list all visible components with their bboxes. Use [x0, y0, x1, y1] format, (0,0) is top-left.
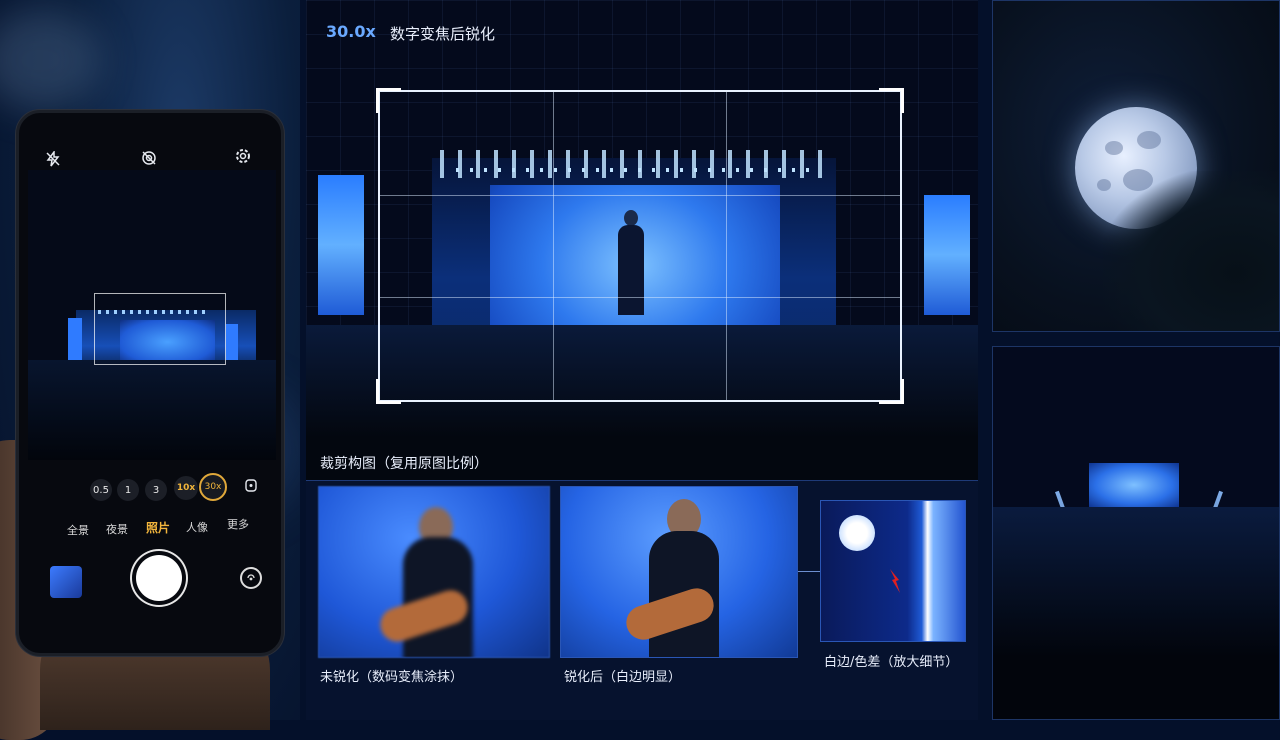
moon-crater: [1105, 141, 1123, 155]
arena-photo: [992, 346, 1280, 720]
crop-gridline: [726, 92, 728, 400]
crop-gridline: [380, 297, 900, 299]
detail-caption: 白边/色差（放大细节）: [824, 655, 959, 670]
mode-portrait[interactable]: 人像: [186, 519, 208, 535]
mode-more[interactable]: 更多: [227, 516, 249, 532]
switch-camera-icon[interactable]: [240, 567, 262, 589]
timer-icon[interactable]: [244, 477, 258, 496]
side-screen-right: [924, 195, 970, 315]
concert-photo: [306, 60, 978, 485]
crop-frame[interactable]: [376, 88, 904, 404]
viewfinder-crowd: [28, 360, 276, 460]
connector-line: [798, 571, 820, 572]
live-photo-off-icon[interactable]: [141, 150, 157, 169]
camera-viewfinder[interactable]: [28, 170, 276, 460]
unsharpened-crop: [318, 486, 550, 658]
unsharpened-caption: 未锐化（数码变焦涂抹）: [320, 670, 464, 685]
crop-handle[interactable]: [376, 379, 401, 404]
arena-crowd: [993, 507, 1279, 719]
zoom-30x-button[interactable]: 30x: [199, 473, 227, 501]
zoom-frame: [94, 293, 226, 365]
side-screen-left: [318, 175, 364, 315]
panel-title: 数字变焦后锐化: [390, 25, 496, 43]
mode-night[interactable]: 夜景: [106, 521, 128, 537]
tree-silhouette: [1103, 171, 1279, 331]
zoom-0-5-button[interactable]: 0.5: [90, 479, 112, 501]
sharpened-crop: [560, 486, 798, 658]
red-arrow-icon: [890, 569, 900, 593]
shutter-button[interactable]: [136, 555, 182, 601]
moon-photo: [992, 0, 1280, 332]
mode-photo[interactable]: 照片: [146, 519, 170, 536]
crop-gridline: [553, 92, 555, 400]
background-blur: [0, 10, 100, 110]
zoom-value: 30.0x: [326, 22, 376, 41]
gallery-thumbnail[interactable]: [50, 566, 82, 598]
flash-off-icon[interactable]: [46, 149, 60, 170]
crop-gridline: [380, 194, 900, 196]
crop-handle[interactable]: [376, 88, 401, 113]
sharpened-caption: 锐化后（白边明显）: [564, 670, 682, 685]
zoom-3-button[interactable]: 3: [145, 479, 167, 501]
viewfinder-side-screen: [226, 324, 238, 360]
crop-handle[interactable]: [879, 379, 904, 404]
zoom-10x-button[interactable]: 10x: [174, 476, 198, 500]
crop-handle[interactable]: [879, 88, 904, 113]
light-source: [839, 515, 875, 551]
crop-caption: 裁剪构图（复用原图比例）: [320, 456, 488, 472]
detail-crop: [820, 500, 966, 642]
arena-stage: [1089, 463, 1179, 507]
zoom-comparison-panel: 30.0x 数字变焦后锐化 裁剪构图（复用原图比例） 未锐化（数码变焦涂抹） 锐…: [306, 0, 978, 720]
gear-icon[interactable]: [235, 148, 251, 167]
mode-panorama[interactable]: 全景: [67, 522, 89, 538]
viewfinder-side-screen: [68, 318, 82, 360]
moon-crater: [1137, 131, 1161, 149]
zoom-1-button[interactable]: 1: [117, 479, 139, 501]
